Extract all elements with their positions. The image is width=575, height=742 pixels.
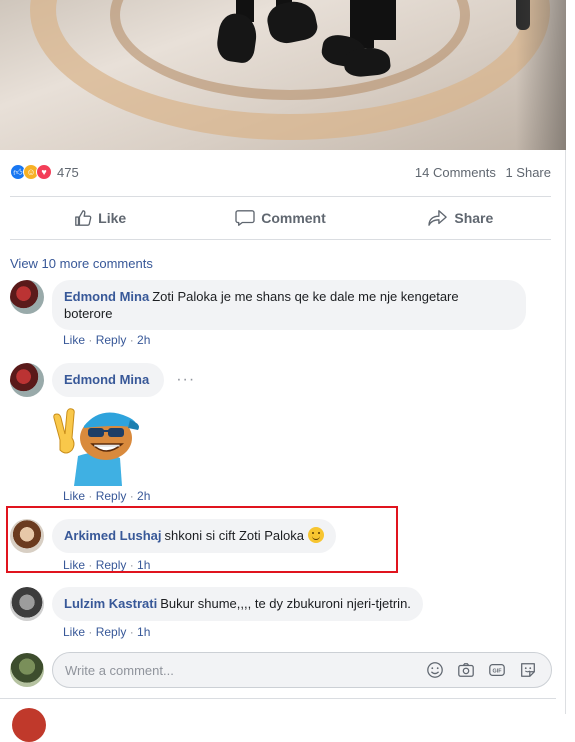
comment-reply-link[interactable]: Reply [96,333,127,347]
comment-timestamp[interactable]: 2h [137,333,150,347]
comment-reply-link[interactable]: Reply [96,489,127,503]
comment-meta: Like · Reply · 2h [63,333,151,347]
comment-timestamp[interactable]: 1h [137,625,150,639]
avatar[interactable] [10,587,44,621]
comment-label: Comment [261,210,326,226]
reactions-summary[interactable]: 👍︎ ☺ ♥ 475 [10,164,79,180]
avatar[interactable] [10,280,44,314]
comment-item: Edmond Mina Zoti Paloka je me shans qe ke… [10,280,526,330]
comment-author-link[interactable]: Edmond Mina [64,372,149,387]
comment-bubble: Edmond Mina Zoti Paloka je me shans qe ke… [52,280,526,330]
comment-text-line2: boterore [64,306,113,321]
current-user-avatar [10,653,44,687]
shares-count-link[interactable]: 1 Share [505,165,551,180]
svg-text:GIF: GIF [493,669,503,675]
sticker-image[interactable] [50,400,142,486]
thumbs-up-icon [75,210,92,226]
comment-share-counts: 14 Comments 1 Share [409,165,551,180]
gif-icon[interactable]: GIF [486,659,508,681]
post-stats: 👍︎ ☺ ♥ 475 14 Comments 1 Share [10,162,551,182]
like-label: Like [98,210,127,226]
post-card: 👍︎ ☺ ♥ 475 14 Comments 1 Share Like Comm… [0,0,566,742]
post-photo[interactable] [0,0,566,150]
highlight-annotation-box [6,506,398,573]
comment-text: Bukur shume,,,, te dy zbukuroni njeri-tj… [160,596,411,611]
comments-count-link[interactable]: 14 Comments [415,165,496,180]
camera-icon[interactable] [455,659,477,681]
comment-meta: Like · Reply · 1h [63,625,151,639]
comment-like-link[interactable]: Like [63,489,85,503]
divider [0,698,556,699]
avatar[interactable] [10,363,44,397]
photo-shade [516,0,566,150]
speech-bubble-icon [235,210,255,226]
sticker-icon[interactable] [517,659,539,681]
view-more-comments-link[interactable]: View 10 more comments [10,256,153,271]
comment-item: Edmond Mina ··· [10,363,195,397]
emoji-icon[interactable] [424,659,446,681]
comment-author-link[interactable]: Lulzim Kastrati [64,596,157,611]
comment-options-icon[interactable]: ··· [176,371,195,389]
reaction-count: 475 [57,164,79,180]
comment-bubble: Edmond Mina [52,363,165,397]
avatar [12,708,46,742]
share-button[interactable]: Share [371,209,551,227]
comment-input-placeholder: Write a comment... [65,662,174,678]
comment-text: Zoti Paloka je me shans qe ke dale me nj… [152,289,459,304]
comment-author-link[interactable]: Edmond Mina [64,289,149,304]
comment-button[interactable]: Comment [190,209,370,227]
comment-timestamp[interactable]: 2h [137,489,150,503]
comment-like-link[interactable]: Like [63,333,85,347]
leg-right-2 [374,0,396,40]
comment-meta: Like · Reply · 2h [63,489,151,503]
like-button[interactable]: Like [10,209,190,227]
composer-tools: GIF [415,659,539,681]
love-icon: ♥ [36,164,52,180]
comment-input[interactable]: Write a comment... GIF [52,652,552,688]
comment-composer: Write a comment... GIF [10,652,552,688]
comment-reply-link[interactable]: Reply [96,625,127,639]
share-arrow-icon [428,210,448,226]
comment-item: Lulzim Kastrati Bukur shume,,,, te dy zbu… [10,587,423,621]
post-actions: Like Comment Share [10,196,551,240]
share-label: Share [454,210,494,226]
comment-like-link[interactable]: Like [63,625,85,639]
comment-bubble: Lulzim Kastrati Bukur shume,,,, te dy zbu… [52,587,423,621]
